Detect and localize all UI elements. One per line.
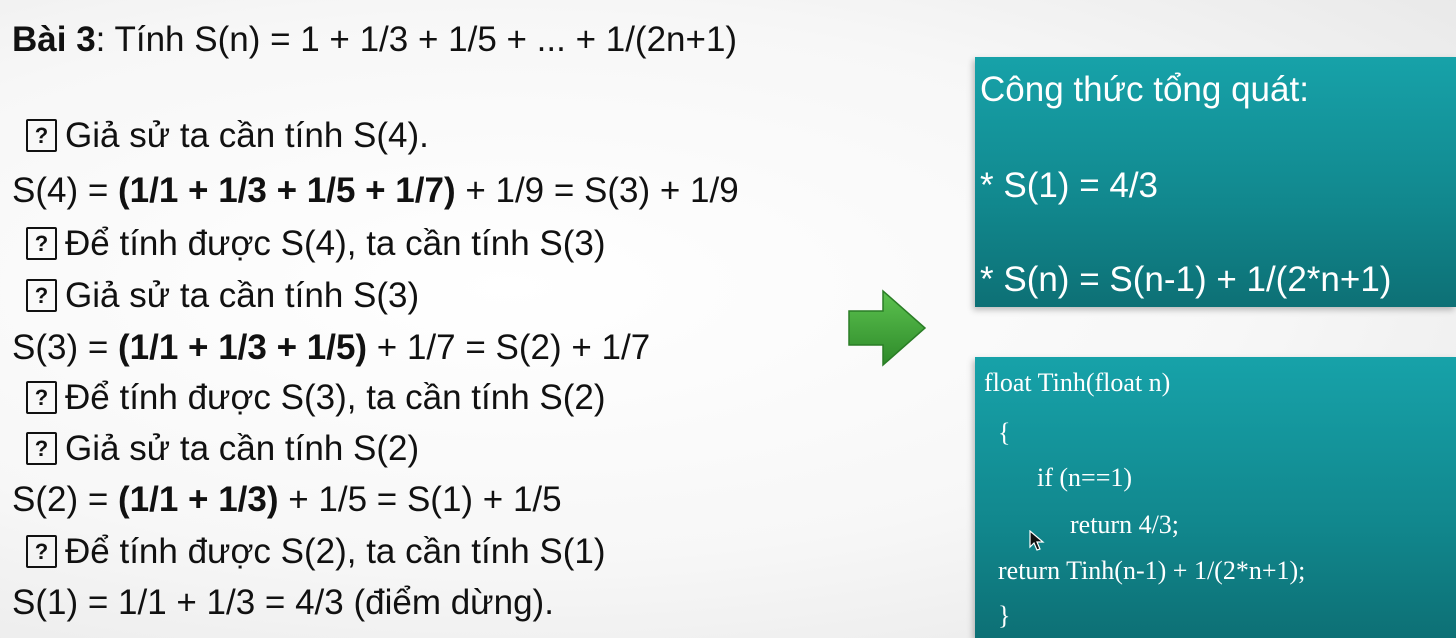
code-signature: float Tinh(float n)	[984, 368, 1171, 397]
step-bold-sum: (1/1 + 1/3 + 1/5 + 1/7)	[118, 171, 456, 210]
code-base-return: return 4/3;	[1070, 510, 1180, 539]
formula-base-case: * S(1) = 4/3	[980, 166, 1159, 205]
step-line-8: S(2) = (1/1 + 1/3) + 1/5 = S(1) + 1/5	[12, 482, 562, 517]
formula-recursive-case: * S(n) = S(n-1) + 1/(2*n+1)	[980, 260, 1392, 299]
step-line-4: ? Giả sử ta cần tính S(3)	[12, 278, 419, 313]
step-text: S(4) =	[12, 171, 119, 210]
question-box-icon: ?	[26, 381, 57, 414]
formula-heading: Công thức tổng quát:	[980, 70, 1309, 109]
right-arrow-icon	[848, 289, 927, 367]
question-box-icon: ?	[26, 279, 57, 312]
question-box-icon: ?	[26, 227, 57, 260]
code-recursive-return: return Tinh(n-1) + 1/(2*n+1);	[998, 556, 1306, 585]
step-bold-sum: (1/1 + 1/3)	[118, 480, 279, 519]
question-box-icon: ?	[26, 535, 57, 568]
step-bold-sum: (1/1 + 1/3 + 1/5)	[118, 328, 368, 367]
step-text: S(2) =	[12, 480, 119, 519]
step-line-5: S(3) = (1/1 + 1/3 + 1/5) + 1/7 = S(2) + …	[12, 330, 650, 365]
step-text: Giả sử ta cần tính S(2)	[65, 429, 420, 468]
step-line-3: ? Để tính được S(4), ta cần tính S(3)	[12, 226, 606, 261]
exercise-formula: : Tính S(n) = 1 + 1/3 + 1/5 + ... + 1/(2…	[95, 20, 738, 59]
step-text: Để tính được S(4), ta cần tính S(3)	[65, 224, 606, 263]
code-open-brace: {	[998, 418, 1011, 447]
step-line-9: ? Để tính được S(2), ta cần tính S(1)	[12, 534, 606, 569]
step-text: + 1/9 = S(3) + 1/9	[455, 171, 739, 210]
step-line-1: ? Giả sử ta cần tính S(4).	[12, 118, 429, 153]
step-line-10: S(1) = 1/1 + 1/3 = 4/3 (điểm dừng).	[12, 585, 554, 620]
code-if-condition: if (n==1)	[1037, 463, 1133, 492]
general-formula-panel: Công thức tổng quát: * S(1) = 4/3 * S(n)…	[975, 57, 1456, 307]
step-text: Giả sử ta cần tính S(4).	[65, 116, 429, 155]
step-text: + 1/7 = S(2) + 1/7	[367, 328, 651, 367]
mouse-cursor-icon	[1029, 530, 1045, 551]
code-panel: float Tinh(float n) { if (n==1) return 4…	[975, 357, 1456, 638]
exercise-title: Bài 3: Tính S(n) = 1 + 1/3 + 1/5 + ... +…	[12, 22, 737, 57]
step-line-7: ? Giả sử ta cần tính S(2)	[12, 431, 419, 466]
code-close-brace: }	[998, 601, 1011, 630]
step-text: Để tính được S(3), ta cần tính S(2)	[65, 378, 606, 417]
step-text: Giả sử ta cần tính S(3)	[65, 276, 420, 315]
step-line-6: ? Để tính được S(3), ta cần tính S(2)	[12, 380, 606, 415]
step-line-2: S(4) = (1/1 + 1/3 + 1/5 + 1/7) + 1/9 = S…	[12, 173, 739, 208]
question-box-icon: ?	[26, 432, 57, 465]
step-text: Để tính được S(2), ta cần tính S(1)	[65, 532, 606, 571]
exercise-label: Bài 3	[12, 20, 96, 59]
step-text: + 1/5 = S(1) + 1/5	[278, 480, 562, 519]
step-text: S(3) =	[12, 328, 119, 367]
step-text: S(1) = 1/1 + 1/3 = 4/3 (điểm dừng).	[12, 583, 554, 622]
question-box-icon: ?	[26, 119, 57, 152]
